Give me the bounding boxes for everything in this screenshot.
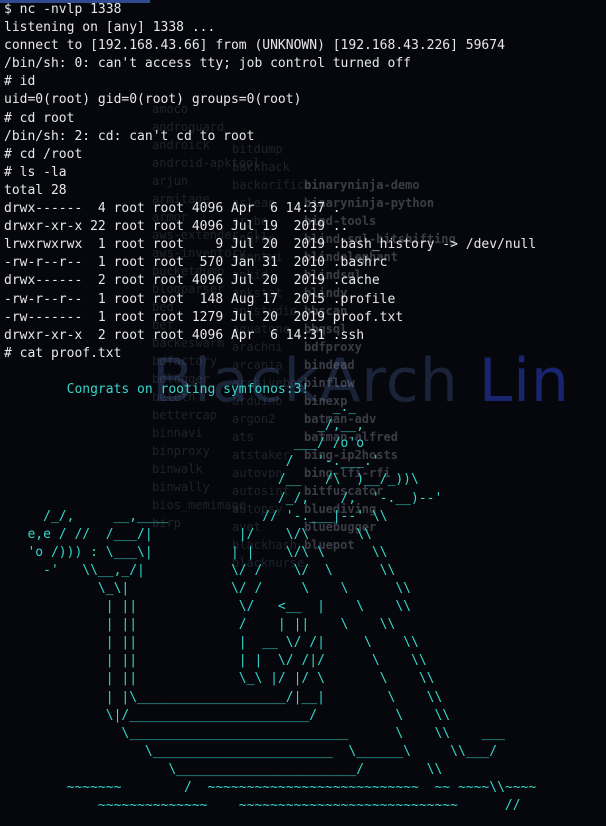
art-line: | || \/ <__ | \ \\ [4, 599, 411, 615]
art-line: \_\| \/ / \ \ \\ [4, 581, 411, 596]
command-line: # cd root [4, 110, 75, 126]
output-line: /bin/sh: 2: cd: can't cd to root [4, 128, 255, 144]
command-line: # cd /root [4, 146, 83, 162]
art-line: 'o /))) : \___\| | | \/\ \ \\ [4, 544, 388, 560]
art-line: /_/, __,____ // '-.___|--' \\ [4, 508, 388, 524]
output-line: drwx------ 4 root root 4096 Apr 6 14:37 … [4, 201, 341, 217]
output-line: /bin/sh: 0: can't access tty; job contro… [4, 56, 411, 72]
art-line: ~~~~~~~ / ~~~~~~~~~~~~~~~~~~~~~~~~~~~ ~~… [4, 780, 537, 796]
art-line: \_______________________/ \\ [4, 761, 443, 777]
art-line: Congrats on rooting symfonos:3! [4, 381, 310, 397]
art-line [4, 815, 606, 826]
art-line: _/,__, [4, 418, 365, 434]
command-line: # ls -la [4, 164, 67, 180]
output-line: lrwxrwxrwx 1 root root 9 Jul 20 2019 .ba… [4, 237, 537, 253]
art-line: \_______________________ \______\ \\___/ [4, 743, 498, 759]
art-line [4, 363, 606, 381]
art-line: \|/_______________________/ \ \\ [4, 707, 451, 723]
output-line: drwxr-xr-x 2 root root 4096 Apr 6 14:31 … [4, 327, 365, 343]
art-line: | || \_\ |/ |/ \ \ \\ [4, 671, 435, 687]
output-line: drwx------ 2 root root 4096 Jul 20 2019 … [4, 273, 380, 289]
terminal-window[interactable]: BlackArch Lin amoco androguard androick and… [0, 0, 606, 826]
command-output: $ nc -nvlp 1338 listening on [any] 1338 .… [4, 1, 606, 363]
output-line: total 28 [4, 182, 67, 198]
art-line: | || | | \/ /|/ \ \\ [4, 653, 427, 669]
art-line: ___/ /o'o [4, 436, 365, 452]
art-line: _._ [4, 400, 357, 416]
art-line: | |\___________________/|__| \ \\ [4, 689, 443, 705]
art-line: /_/, /, '-.__)--' [4, 490, 443, 506]
proof-ascii-art: Congrats on rooting symfonos:3! _._ _/,_… [4, 363, 606, 826]
art-line: -' \\__,_/| \/ / \/ \ \\ [4, 562, 396, 578]
art-line: / '-.___.' [4, 454, 380, 470]
output-line: listening on [any] 1338 ... [4, 20, 216, 36]
output-line: -rw-r--r-- 1 root root 148 Aug 17 2015 .… [4, 291, 396, 307]
output-line: -rw------- 1 root root 1279 Jul 20 2019 … [4, 309, 404, 325]
art-line: \____________________________ \ \\ ___ [4, 725, 505, 741]
command-line: # id [4, 74, 36, 90]
art-line: ~~~~~~~~~~~~~~ ~~~~~~~~~~~~~~~~~~~~~~~~~… [4, 798, 521, 814]
terminal-output: $ nc -nvlp 1338 listening on [any] 1338 .… [0, 0, 606, 826]
command-line: # cat proof.txt [4, 345, 122, 361]
output-line: connect to [192.168.43.66] from (UNKNOWN… [4, 38, 505, 54]
command-line: $ nc -nvlp 1338 [4, 2, 122, 17]
terminal-title-bar [0, 0, 150, 3]
art-line: e,e / // /___/| |/ \/\ \\ [4, 526, 372, 542]
output-line: uid=0(root) gid=0(root) groups=0(root) [4, 92, 302, 108]
art-line: | || | __ \/ /| \ \\ [4, 635, 419, 651]
art-line: | || / | || \ \\ [4, 617, 396, 633]
output-line: -rw-r--r-- 1 root root 570 Jan 31 2010 .… [4, 255, 388, 271]
output-line: drwxr-xr-x 22 root root 4096 Jul 19 2019… [4, 219, 349, 235]
art-line: /__ /\ )__/_))\ [4, 472, 419, 488]
